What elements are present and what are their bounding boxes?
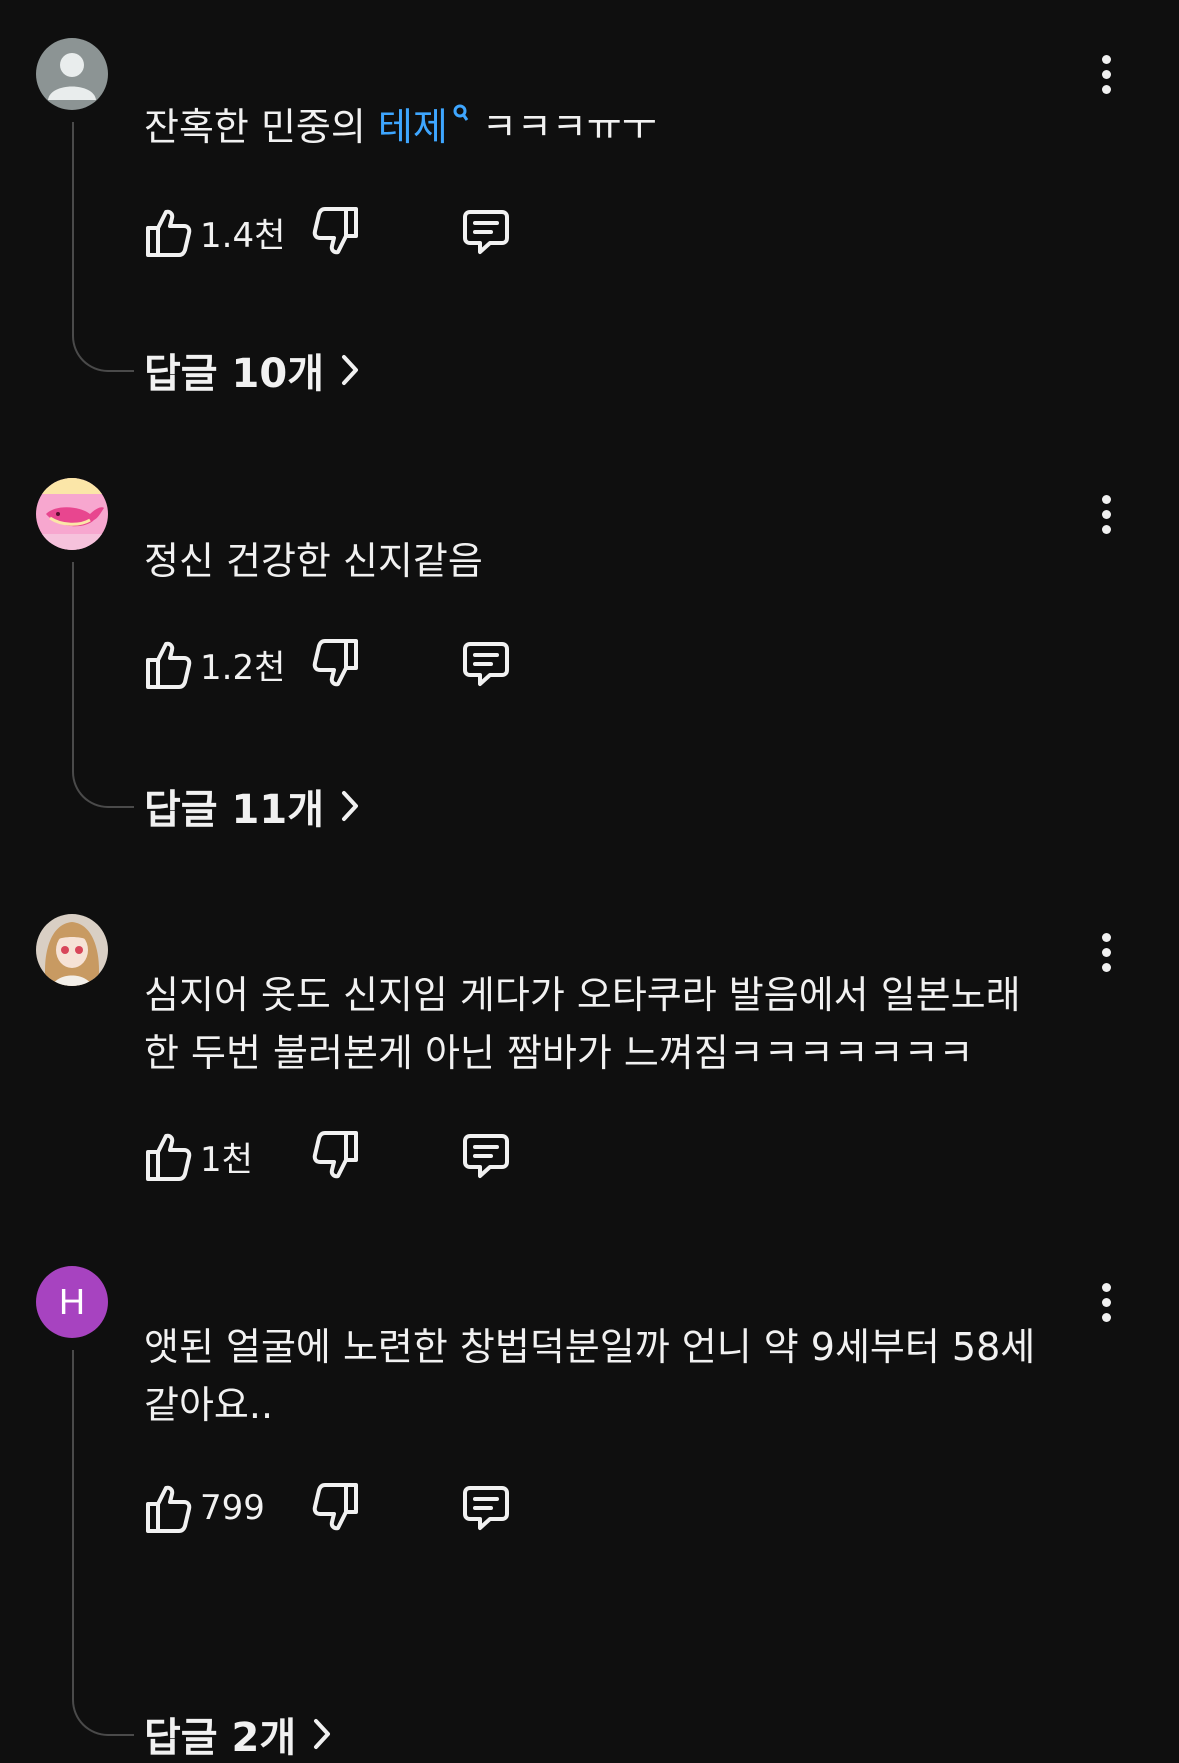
dislike-button[interactable]: [312, 1128, 360, 1184]
like-count: 1천: [200, 1139, 253, 1180]
hashtag-label: 테제: [377, 105, 448, 149]
comment-actions: 1.4천: [144, 204, 644, 260]
avatar[interactable]: [36, 38, 108, 110]
like-button[interactable]: 1천: [144, 1128, 253, 1184]
comment-reply-icon: [463, 1134, 509, 1178]
default-person-icon: [36, 38, 108, 110]
replies-label: 답글 10개: [144, 351, 324, 397]
thread-line: [72, 562, 134, 808]
more-options-button[interactable]: [1088, 48, 1124, 100]
reply-button[interactable]: [460, 1128, 512, 1184]
like-button[interactable]: 799: [144, 1480, 265, 1536]
comment-text: 심지어 옷도 신지임 게다가 오타쿠라 발음에서 일본노래 한 두번 불러본게 …: [144, 966, 1084, 1082]
comment-actions: 1천: [144, 1128, 644, 1184]
like-count: 799: [200, 1488, 265, 1528]
view-replies-button[interactable]: 답글 11개: [144, 778, 360, 834]
comment-text-line-1: 심지어 옷도 신지임 게다가 오타쿠라 발음에서 일본노래: [144, 973, 1021, 1017]
thumbs-up-icon: [146, 1133, 192, 1181]
chevron-right-icon: [342, 355, 358, 385]
comment-reply-icon: [463, 642, 509, 686]
comment-text-line-2: 한 두번 불러본게 아닌 짬바가 느껴짐ㅋㅋㅋㅋㅋㅋㅋ: [144, 1031, 974, 1075]
thumbs-down-icon: [312, 207, 358, 255]
comment-text: 정신 건강한 신지같음: [144, 539, 483, 583]
view-replies-button[interactable]: 답글 2개: [144, 1706, 332, 1762]
comment-actions: 1.2천: [144, 636, 644, 692]
avatar[interactable]: [36, 914, 108, 986]
avatar[interactable]: [36, 478, 108, 550]
like-count: 1.4천: [200, 215, 286, 256]
hashtag-link[interactable]: 테제: [377, 104, 470, 149]
reply-button[interactable]: [460, 204, 512, 260]
pink-whale-icon: [36, 478, 108, 550]
thumbs-up-icon: [146, 209, 192, 257]
search-icon: [453, 104, 469, 121]
like-count: 1.2천: [200, 647, 286, 688]
replies-label: 답글 11개: [144, 787, 324, 833]
replies-label: 답글 2개: [144, 1715, 297, 1761]
chevron-right-icon: [342, 791, 358, 821]
thumbs-up-icon: [146, 1485, 192, 1533]
reply-button[interactable]: [460, 636, 512, 692]
thread-line: [72, 122, 134, 372]
avatar-letter: H: [59, 1281, 85, 1322]
avatar[interactable]: H: [36, 1266, 108, 1338]
dislike-button[interactable]: [312, 1480, 360, 1536]
comment-reply-icon: [463, 210, 509, 254]
comment-text: 잔혹한 민중의 테제 ㅋㅋㅋㅠㅜ: [144, 98, 1084, 156]
dislike-button[interactable]: [312, 204, 360, 260]
thread-line: [72, 1350, 134, 1736]
view-replies-button[interactable]: 답글 10개: [144, 342, 360, 398]
like-button[interactable]: 1.4천: [144, 204, 285, 260]
reply-button[interactable]: [460, 1480, 512, 1536]
like-button[interactable]: 1.2천: [144, 636, 285, 692]
comment-text-line-2: 같아요..: [144, 1383, 274, 1427]
comment-text-line-1: 앳된 얼굴에 노련한 창법덕분일까 언니 약 9세부터 58세: [144, 1325, 1036, 1369]
comment-actions: 799: [144, 1480, 644, 1536]
thumbs-down-icon: [312, 1131, 358, 1179]
more-options-button[interactable]: [1088, 926, 1124, 978]
anime-girl-icon: [36, 914, 108, 986]
comment-text-end: ㅋㅋㅋㅠㅜ: [469, 105, 657, 149]
thumbs-down-icon: [312, 1483, 358, 1531]
more-options-button[interactable]: [1088, 488, 1124, 540]
more-options-button[interactable]: [1088, 1276, 1124, 1328]
comment-text: 앳된 얼굴에 노련한 창법덕분일까 언니 약 9세부터 58세 같아요..: [144, 1318, 1084, 1434]
dislike-button[interactable]: [312, 636, 360, 692]
chevron-right-icon: [314, 1719, 331, 1749]
comment-text-start: 잔혹한 민중의: [144, 105, 378, 149]
thumbs-down-icon: [312, 639, 358, 687]
thumbs-up-icon: [146, 641, 192, 689]
comment-reply-icon: [463, 1486, 509, 1530]
